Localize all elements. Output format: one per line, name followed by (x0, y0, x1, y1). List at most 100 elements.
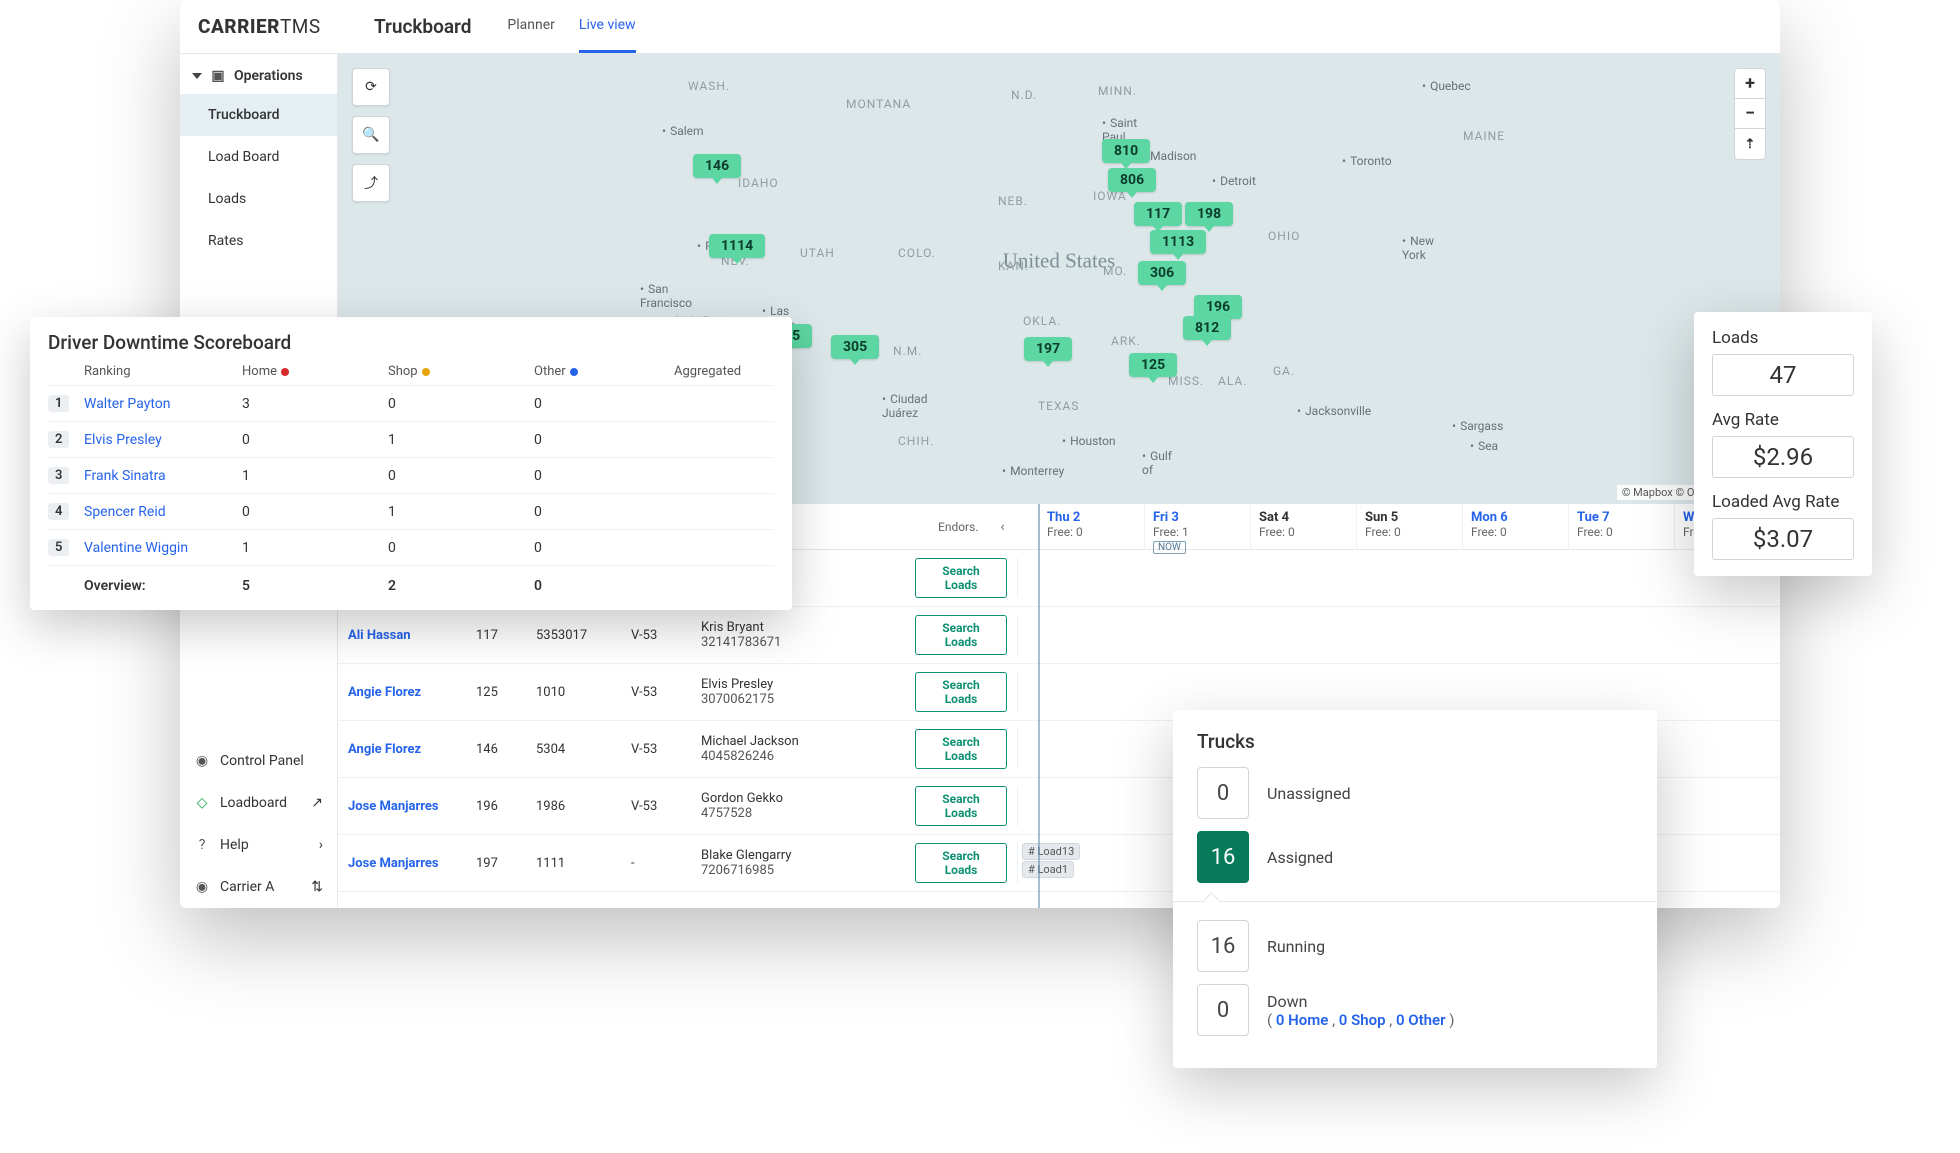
trucks-down-count: 0 (1197, 984, 1249, 1036)
loads-value: 47 (1712, 354, 1854, 396)
chevron-down-icon (192, 73, 202, 79)
truck-pin[interactable]: 810 (1102, 139, 1150, 163)
load-chip[interactable]: # Load1 (1022, 861, 1074, 878)
down-other-link[interactable]: 0 Other (1396, 1011, 1446, 1029)
contact-cell: Michael Jackson4045826246 (691, 734, 905, 764)
map-state-label: N.D. (1011, 88, 1037, 102)
map-share-button[interactable]: ⤴ (352, 164, 390, 202)
refresh-icon: ⟳ (365, 79, 377, 95)
scoreboard-row: 1 Walter Payton 3 0 0 (48, 385, 774, 421)
sidebar-help[interactable]: ? Help › (180, 824, 337, 866)
trucks-unassigned-label: Unassigned (1267, 784, 1351, 803)
timeline-day[interactable]: Mon 6 Free: 0 (1462, 504, 1568, 549)
shop-value: 0 (388, 540, 534, 556)
truck-pin[interactable]: 197 (1024, 337, 1072, 361)
sidebar-bottom: ◉ Control Panel ◇ Loadboard ↗ ? Help › ◉… (180, 740, 337, 908)
sidebar-item-rates[interactable]: Rates (180, 220, 337, 262)
sidebar-item-truckboard[interactable]: Truckboard (180, 94, 337, 136)
search-loads-button[interactable]: Search Loads (915, 786, 1007, 826)
timeline-day[interactable]: Sat 4 Free: 0 (1250, 504, 1356, 549)
row-number: 1986 (526, 799, 621, 814)
row-timeline[interactable] (1017, 615, 1780, 655)
search-loads-button[interactable]: Search Loads (915, 729, 1007, 769)
truck-pin[interactable]: 1113 (1150, 230, 1206, 254)
share-icon: ⤴ (364, 173, 378, 193)
map-state-label: WASH. (688, 79, 730, 93)
map-state-label: MAINE (1463, 129, 1505, 143)
map-state-label: MONTANA (846, 97, 911, 111)
col-endorsements: Endors. (938, 520, 978, 534)
map-state-label: KAN. (998, 259, 1029, 273)
driver-link[interactable]: Ali Hassan (338, 628, 466, 643)
row-number: 5304 (526, 742, 621, 757)
search-loads-button[interactable]: Search Loads (915, 615, 1007, 655)
down-home-link[interactable]: 0 Home (1276, 1011, 1329, 1029)
timeline-day[interactable]: Sun 5 Free: 0 (1356, 504, 1462, 549)
load-chip[interactable]: # Load13 (1022, 843, 1080, 860)
trucks-unassigned-count: 0 (1197, 767, 1249, 819)
other-value: 0 (534, 540, 674, 556)
truck-pin[interactable]: 812 (1183, 316, 1231, 340)
map-state-label: UTAH (800, 246, 835, 260)
tab-planner[interactable]: Planner (507, 0, 554, 53)
scoreboard-header: Ranking Home Shop Other Aggregated (48, 364, 774, 385)
truck-pin[interactable]: 125 (1129, 353, 1177, 377)
tab-live-view[interactable]: Live view (579, 0, 636, 53)
map-search-button[interactable]: 🔍 (352, 116, 390, 154)
loaded-avg-rate-label: Loaded Avg Rate (1712, 492, 1854, 512)
sidebar-loadboard[interactable]: ◇ Loadboard ↗ (180, 782, 337, 824)
overview-other: 0 (534, 578, 674, 594)
truck-pin[interactable]: 1114 (709, 234, 765, 258)
driver-name-link[interactable]: Elvis Presley (84, 432, 242, 448)
truck-number: 196 (466, 799, 526, 814)
map-state-label: ALA. (1218, 374, 1247, 388)
truck-pin[interactable]: 198 (1185, 202, 1233, 226)
truck-pin[interactable]: 806 (1108, 168, 1156, 192)
timeline-prev[interactable]: ‹ (988, 519, 1016, 535)
trailer-type: - (621, 856, 691, 871)
driver-link[interactable]: Jose Manjarres (338, 799, 466, 814)
row-timeline[interactable] (1017, 558, 1780, 598)
col-other: Other (534, 364, 566, 379)
driver-link[interactable]: Jose Manjarres (338, 856, 466, 871)
driver-name-link[interactable]: Valentine Wiggin (84, 540, 242, 556)
trailer-type: V-53 (621, 742, 691, 757)
avg-rate-label: Avg Rate (1712, 410, 1854, 430)
map-refresh-button[interactable]: ⟳ (352, 68, 390, 106)
timeline-day[interactable]: Thu 2 Free: 0 (1038, 504, 1144, 549)
map-city-label: Las Vegas (762, 304, 770, 312)
driver-name-link[interactable]: Walter Payton (84, 396, 242, 412)
driver-link[interactable]: Angie Florez (338, 742, 466, 757)
sidebar-group-label: Operations (234, 68, 303, 84)
trucks-assigned-count: 16 (1197, 831, 1249, 883)
timeline-day[interactable]: Fri 3 Free: 1NOW (1144, 504, 1250, 549)
search-loads-button[interactable]: Search Loads (915, 558, 1007, 598)
sidebar-carrier-switcher[interactable]: ◉ Carrier A ⇅ (180, 866, 337, 908)
driver-name-link[interactable]: Frank Sinatra (84, 468, 242, 484)
timeline-day[interactable]: Tue 7 Free: 0 (1568, 504, 1674, 549)
sidebar-item-loads[interactable]: Loads (180, 178, 337, 220)
map-zoom-in[interactable]: + (1735, 69, 1765, 99)
driver-link[interactable]: Angie Florez (338, 685, 466, 700)
down-shop-link[interactable]: 0 Shop (1339, 1011, 1386, 1029)
trucks-down-row: 0 Down ( 0 Home , 0 Shop , 0 Other ) (1197, 984, 1633, 1036)
home-value: 0 (242, 432, 388, 448)
search-loads-button[interactable]: Search Loads (915, 672, 1007, 712)
sidebar-control-panel[interactable]: ◉ Control Panel (180, 740, 337, 782)
truck-pin[interactable]: 305 (831, 335, 879, 359)
truck-pin[interactable]: 306 (1138, 261, 1186, 285)
search-loads-button[interactable]: Search Loads (915, 843, 1007, 883)
map-zoom-out[interactable]: − (1735, 99, 1765, 129)
map-compass[interactable]: ⇡ (1735, 129, 1765, 159)
row-timeline[interactable] (1017, 672, 1780, 712)
truck-pin[interactable]: 117 (1134, 202, 1182, 226)
col-ranking: Ranking (84, 364, 242, 379)
sidebar-item-load-board[interactable]: Load Board (180, 136, 337, 178)
truck-number: 146 (466, 742, 526, 757)
scoreboard-row: 5 Valentine Wiggin 1 0 0 (48, 529, 774, 565)
truck-pin[interactable]: 146 (693, 154, 741, 178)
trailer-type: V-53 (621, 685, 691, 700)
driver-name-link[interactable]: Spencer Reid (84, 504, 242, 520)
home-value: 3 (242, 396, 388, 412)
sidebar-group-operations[interactable]: ▣ Operations (180, 54, 337, 94)
